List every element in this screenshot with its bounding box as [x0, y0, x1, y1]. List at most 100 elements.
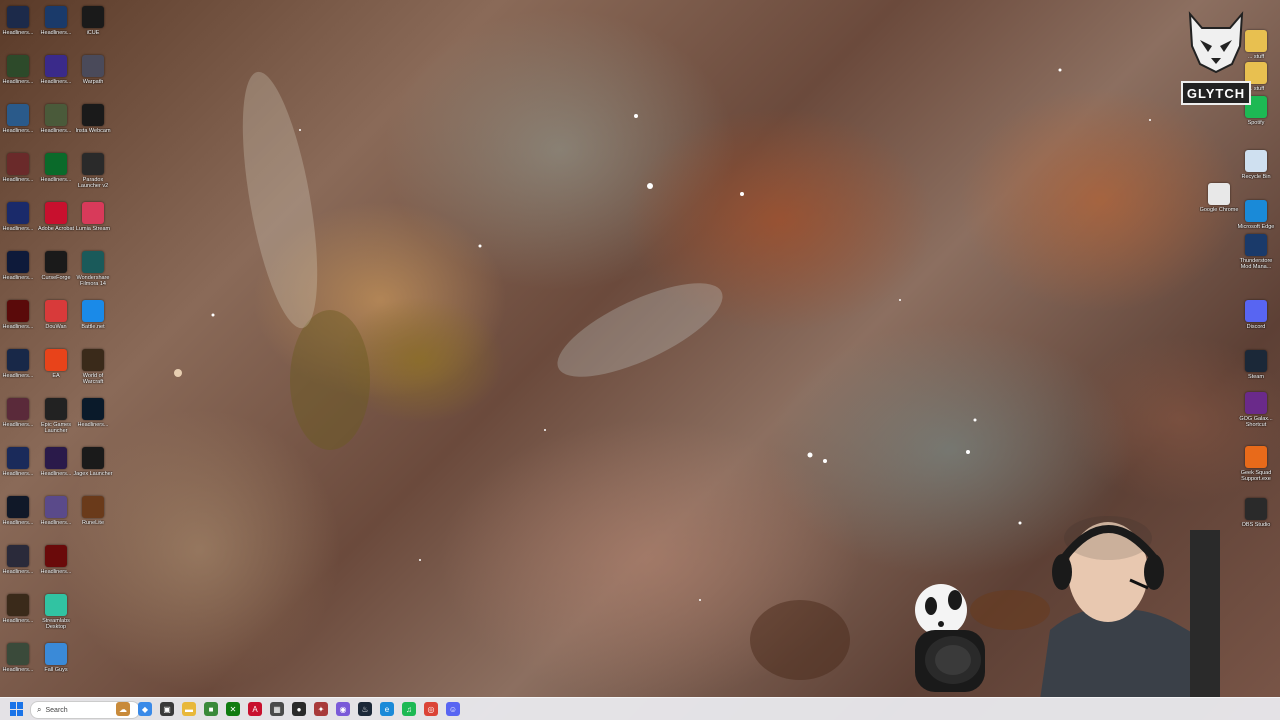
desktop-shortcut-label: Headliners... [40, 520, 72, 526]
desktop-shortcut[interactable]: Headliners... [0, 153, 38, 199]
game-icon [7, 496, 29, 518]
game-icon [45, 153, 67, 175]
obs-icon [1245, 498, 1267, 520]
plush-and-mic [905, 570, 1000, 700]
game-icon [45, 104, 67, 126]
desktop-shortcut-label: DouWan [45, 324, 67, 330]
taskbar-acrobat-icon[interactable]: A [248, 702, 262, 716]
desktop-shortcut[interactable]: Adobe Acrobat [36, 202, 76, 248]
desktop-shortcut[interactable]: Headliners... [36, 545, 76, 591]
desktop-shortcut[interactable]: Headliners... [36, 55, 76, 101]
taskbar-chrome-icon[interactable]: ◎ [424, 702, 438, 716]
desktop-shortcut[interactable]: Headliners... [36, 447, 76, 493]
desktop-shortcut[interactable]: Geek Squad Support.exe [1236, 446, 1276, 492]
desktop-shortcut[interactable]: Headliners... [0, 496, 38, 542]
desktop-shortcut[interactable]: Thunderstore Mod Mana... [1236, 234, 1276, 280]
taskbar-obs-icon[interactable]: ● [292, 702, 306, 716]
desktop-shortcut[interactable]: GOG Galax... Shortcut [1236, 392, 1276, 438]
desktop-shortcut-label: Battle.net [81, 324, 105, 330]
desktop-shortcut[interactable]: Headliners... [36, 496, 76, 542]
desktop-shortcut-label: EA [52, 373, 60, 379]
desktop-shortcut[interactable]: Paradox Launcher v2 [73, 153, 113, 199]
desktop-shortcut-label: Fall Guys [44, 667, 68, 673]
desktop-shortcut-label: Headliners... [2, 30, 34, 36]
desktop-shortcut[interactable]: Headliners... [0, 447, 38, 493]
desktop-shortcut[interactable]: Headliners... [36, 153, 76, 199]
webcam-overlay [1040, 510, 1220, 700]
desktop-shortcut[interactable]: Google Chrome [1199, 183, 1239, 229]
game-icon [7, 447, 29, 469]
desktop-shortcut[interactable]: CurseForge [36, 251, 76, 297]
desktop-shortcut[interactable]: Epic Games Launcher [36, 398, 76, 444]
desktop-shortcut-label: Wondershare Filmora 14 [76, 275, 110, 287]
desktop-shortcut[interactable]: Headliners... [0, 55, 38, 101]
icue-icon [82, 6, 104, 28]
desktop-shortcut[interactable]: DouWan [36, 300, 76, 346]
glytch-logo: GLYTCH [1180, 6, 1252, 106]
taskbar-steam-icon[interactable]: ♨ [358, 702, 372, 716]
start-button[interactable] [10, 702, 24, 716]
taskbar-minecraft-icon[interactable]: ■ [204, 702, 218, 716]
taskbar-edge-icon[interactable]: e [380, 702, 394, 716]
taskbar-app-icon[interactable]: ▦ [270, 702, 284, 716]
desktop-shortcut[interactable]: RuneLite [73, 496, 113, 542]
desktop-shortcut[interactable]: Headliners... [0, 104, 38, 150]
desktop-shortcut[interactable]: EA [36, 349, 76, 395]
desktop-shortcut[interactable]: Headliners... [0, 6, 38, 52]
desktop-shortcut[interactable]: Headliners... [0, 398, 38, 444]
desktop-shortcut[interactable]: Streamlabs Desktop [36, 594, 76, 640]
desktop-shortcut[interactable]: Headliners... [0, 349, 38, 395]
desktop-shortcut[interactable]: Fall Guys [36, 643, 76, 689]
game-icon [7, 545, 29, 567]
desktop-shortcut-label: Headliners... [2, 520, 34, 526]
game-icon [7, 251, 29, 273]
taskbar: ⌕ Search ☁ ◆ ▣ ▬ ■ ✕ A ▦ ● ✦ ◉ ♨ e ♫ ◎ ☺ [0, 697, 1280, 720]
desktop-shortcut[interactable]: iCUE [73, 6, 113, 52]
desktop-shortcut[interactable]: Jagex Launcher [73, 447, 113, 493]
taskbar-discord-icon[interactable]: ☺ [446, 702, 460, 716]
desktop-shortcut-label: Headliners... [2, 422, 34, 428]
taskbar-lumia-icon[interactable]: ◉ [336, 702, 350, 716]
desktop-shortcut[interactable]: Wondershare Filmora 14 [73, 251, 113, 297]
desktop-shortcut-label: Insta Webcam [75, 128, 111, 134]
desktop-shortcut-label: Headliners... [40, 569, 72, 575]
desktop-shortcut[interactable]: Headliners... [0, 643, 38, 689]
desktop-shortcut[interactable]: Headliners... [73, 398, 113, 444]
taskbar-xbox-icon[interactable]: ✕ [226, 702, 240, 716]
desktop-shortcut[interactable]: Insta Webcam [73, 104, 113, 150]
desktop-shortcut[interactable]: Headliners... [36, 104, 76, 150]
game-icon [45, 6, 67, 28]
desktop-shortcut[interactable]: Headliners... [0, 202, 38, 248]
desktop-shortcut[interactable]: Headliners... [36, 6, 76, 52]
desktop-shortcut[interactable]: Headliners... [0, 594, 38, 640]
desktop-shortcut[interactable]: Headliners... [0, 251, 38, 297]
desktop-shortcut[interactable]: Headliners... [0, 545, 38, 591]
desktop-shortcut-label: Epic Games Launcher [41, 422, 71, 434]
taskbar-taskview-icon[interactable]: ▣ [160, 702, 174, 716]
desktop-shortcut[interactable]: Lumia Stream [73, 202, 113, 248]
desktop-shortcut[interactable]: Battle.net [73, 300, 113, 346]
desktop-shortcut[interactable]: Steam [1236, 350, 1276, 396]
recycle-bin-icon [1245, 150, 1267, 172]
desktop-shortcut[interactable]: World of Warcraft [73, 349, 113, 395]
desktop-shortcut[interactable]: Discord [1236, 300, 1276, 346]
desktop-shortcut-label: Steam [1248, 374, 1264, 380]
game-icon [7, 104, 29, 126]
desktop-shortcut[interactable]: Warpath [73, 55, 113, 101]
taskbar-explorer-icon[interactable]: ▬ [182, 702, 196, 716]
taskbar-copilot-icon[interactable]: ◆ [138, 702, 152, 716]
desktop-shortcut-label: CurseForge [41, 275, 71, 281]
taskbar-davinci-icon[interactable]: ✦ [314, 702, 328, 716]
desktop-shortcut-label: Headliners... [40, 30, 72, 36]
desktop-shortcut-label: Headliners... [2, 373, 34, 379]
desktop-shortcut[interactable]: OBS Studio [1236, 498, 1276, 544]
acrobat-icon [45, 202, 67, 224]
desktop-shortcut[interactable]: Headliners... [0, 300, 38, 346]
desktop-shortcut[interactable]: Recycle Bin [1236, 150, 1276, 196]
desktop-shortcut-label: iCUE [86, 30, 100, 36]
desktop-shortcut-label: Streamlabs Desktop [42, 618, 70, 630]
epic-games-icon [45, 398, 67, 420]
taskbar-widgets-icon[interactable]: ☁ [116, 702, 130, 716]
taskbar-spotify-icon[interactable]: ♫ [402, 702, 416, 716]
game-icon [7, 643, 29, 665]
